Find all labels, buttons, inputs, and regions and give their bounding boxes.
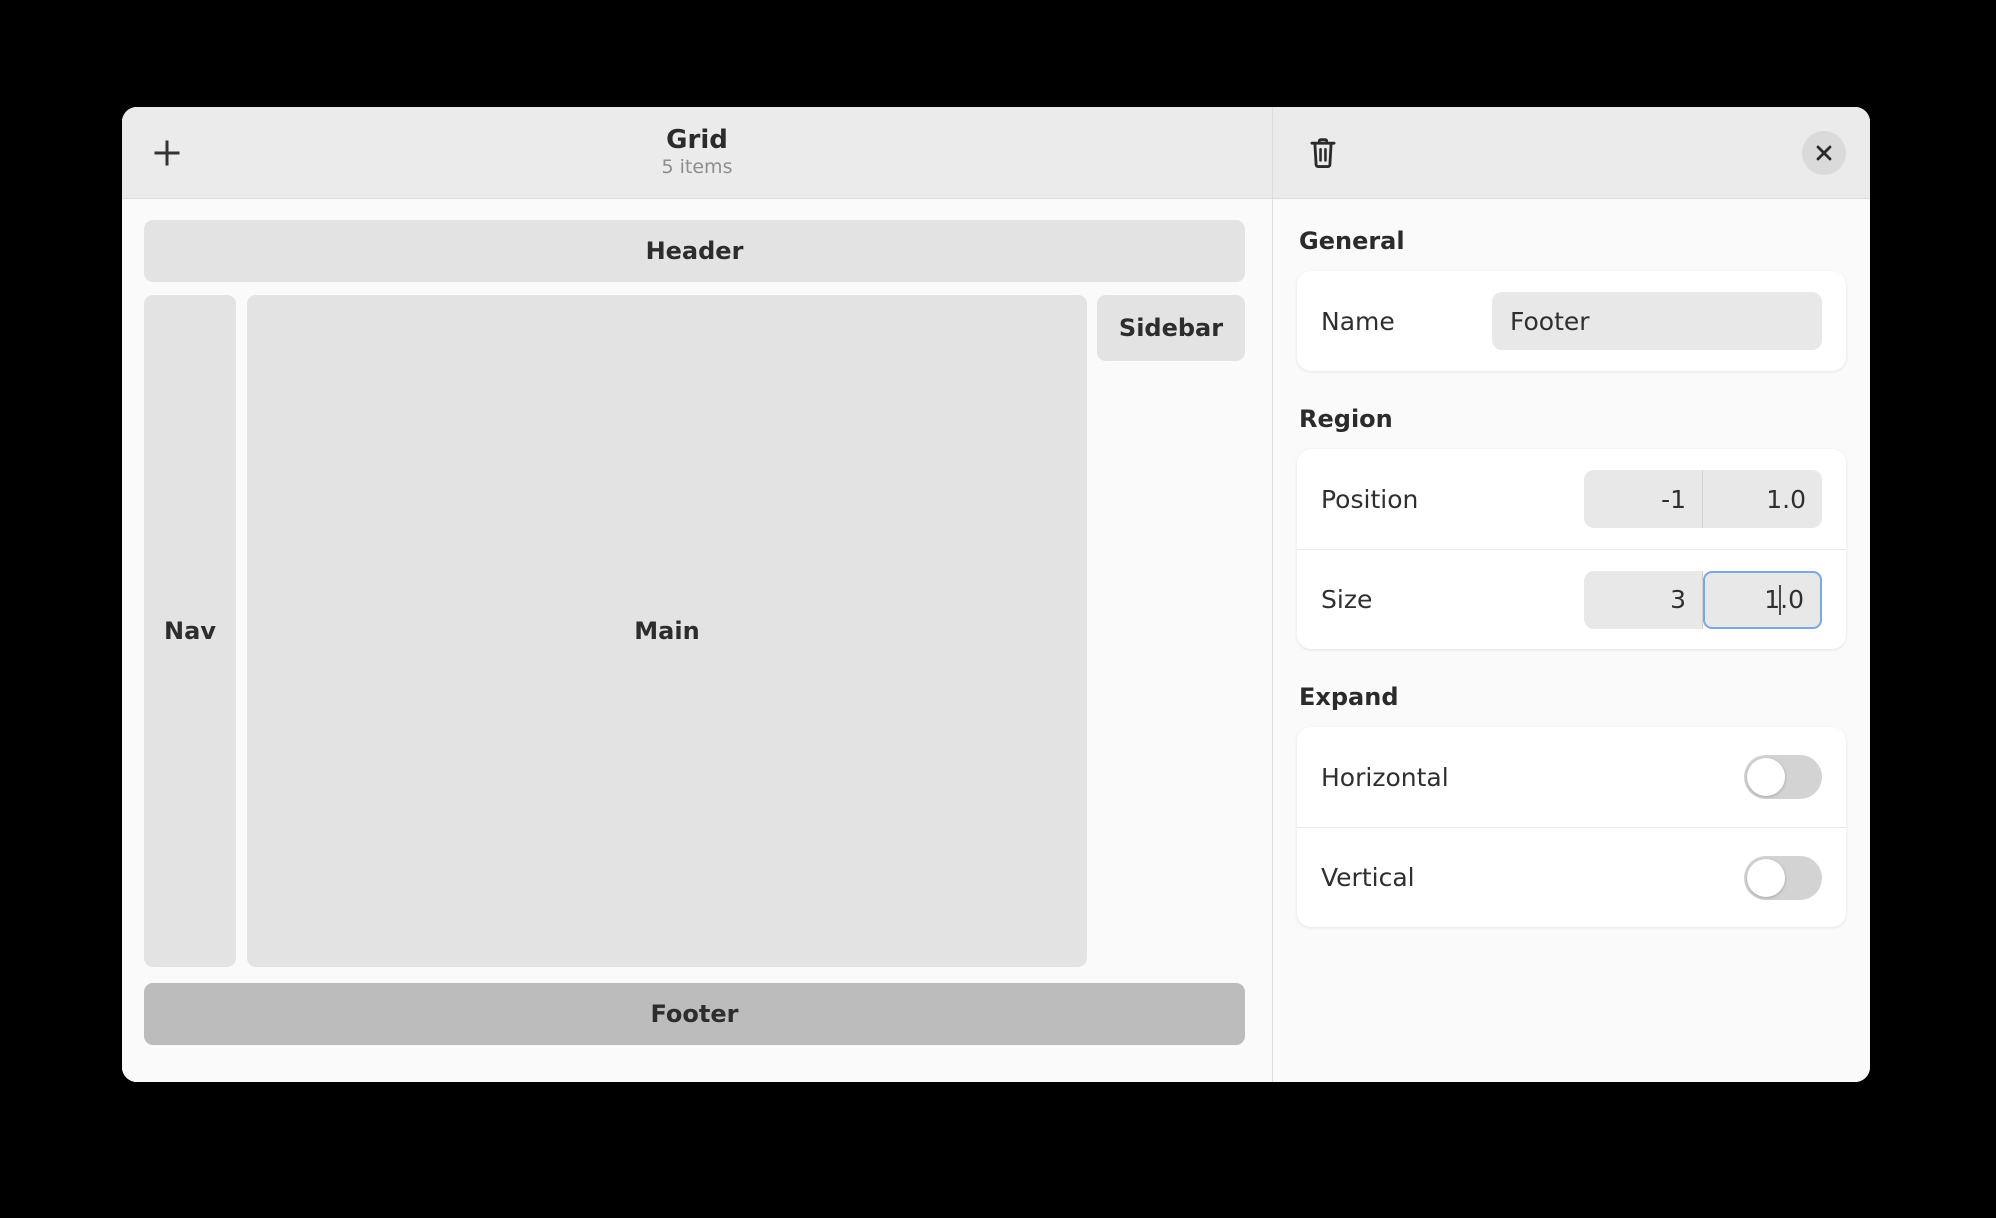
close-icon	[1816, 145, 1832, 160]
inspector-header-bar	[1273, 107, 1870, 199]
horizontal-row: Horizontal	[1297, 727, 1846, 827]
size-label: Size	[1321, 585, 1373, 614]
inspector-pane: General Name Region Position -1 1.0	[1273, 107, 1870, 1082]
grid-block-footer-label: Footer	[650, 1000, 739, 1028]
horizontal-label: Horizontal	[1321, 762, 1449, 792]
page-title: Grid	[666, 125, 728, 156]
horizontal-expand-toggle[interactable]	[1744, 755, 1822, 799]
grid-block-nav[interactable]: Nav	[144, 295, 236, 967]
inspector-content: General Name Region Position -1 1.0	[1273, 199, 1870, 1082]
position-label: Position	[1321, 484, 1419, 514]
plus-icon	[154, 140, 180, 165]
position-y-input[interactable]: 1.0	[1703, 470, 1822, 528]
vertical-expand-toggle[interactable]	[1744, 855, 1822, 900]
name-label: Name	[1321, 306, 1395, 336]
size-height-input[interactable]: 1.0	[1703, 570, 1822, 629]
app-window: Grid 5 items Header Nav Main Sidebar Foo…	[122, 107, 1870, 1082]
size-width-input[interactable]: 3	[1584, 570, 1703, 629]
vertical-row: Vertical	[1297, 827, 1846, 927]
toggle-knob	[1747, 758, 1785, 796]
grid-block-main[interactable]: Main	[247, 295, 1087, 967]
delete-item-button[interactable]	[1299, 129, 1347, 177]
grid-editor-pane: Grid 5 items Header Nav Main Sidebar Foo…	[122, 107, 1273, 1082]
size-row: Size 3 1.0	[1297, 549, 1846, 649]
section-title-general: General	[1299, 227, 1405, 255]
close-inspector-button[interactable]	[1802, 130, 1846, 175]
expand-card: Horizontal Vertical	[1297, 727, 1846, 927]
item-count-label: 5 items	[661, 156, 733, 179]
position-field-group: -1 1.0	[1584, 470, 1822, 528]
vertical-label: Vertical	[1321, 863, 1415, 892]
size-field-group: 3 1.0	[1584, 570, 1822, 629]
add-item-button[interactable]	[140, 126, 194, 180]
size-height-value-before-caret: 1	[1764, 585, 1781, 614]
grid-preview-canvas[interactable]: Header Nav Main Sidebar Footer	[122, 199, 1272, 1082]
name-row: Name	[1297, 271, 1846, 371]
name-input[interactable]	[1492, 292, 1822, 350]
grid-block-sidebar[interactable]: Sidebar	[1097, 295, 1245, 361]
grid-block-header-label: Header	[645, 237, 744, 265]
region-card: Position -1 1.0 Size 3 1.0	[1297, 449, 1846, 649]
trash-icon	[1310, 137, 1336, 168]
editor-title-group: Grid 5 items	[122, 126, 1272, 178]
grid-block-footer[interactable]: Footer	[144, 983, 1245, 1045]
general-card: Name	[1297, 271, 1846, 371]
grid-block-nav-label: Nav	[164, 617, 216, 645]
section-title-region: Region	[1299, 405, 1393, 433]
size-height-value-after-caret: .0	[1780, 585, 1804, 614]
editor-header-bar: Grid 5 items	[122, 107, 1272, 199]
grid-block-main-label: Main	[634, 617, 700, 645]
grid-block-header[interactable]: Header	[144, 220, 1245, 282]
toggle-knob	[1747, 858, 1785, 897]
section-title-expand: Expand	[1299, 683, 1399, 711]
position-row: Position -1 1.0	[1297, 449, 1846, 549]
grid-block-sidebar-label: Sidebar	[1118, 314, 1224, 342]
position-x-input[interactable]: -1	[1584, 470, 1703, 528]
